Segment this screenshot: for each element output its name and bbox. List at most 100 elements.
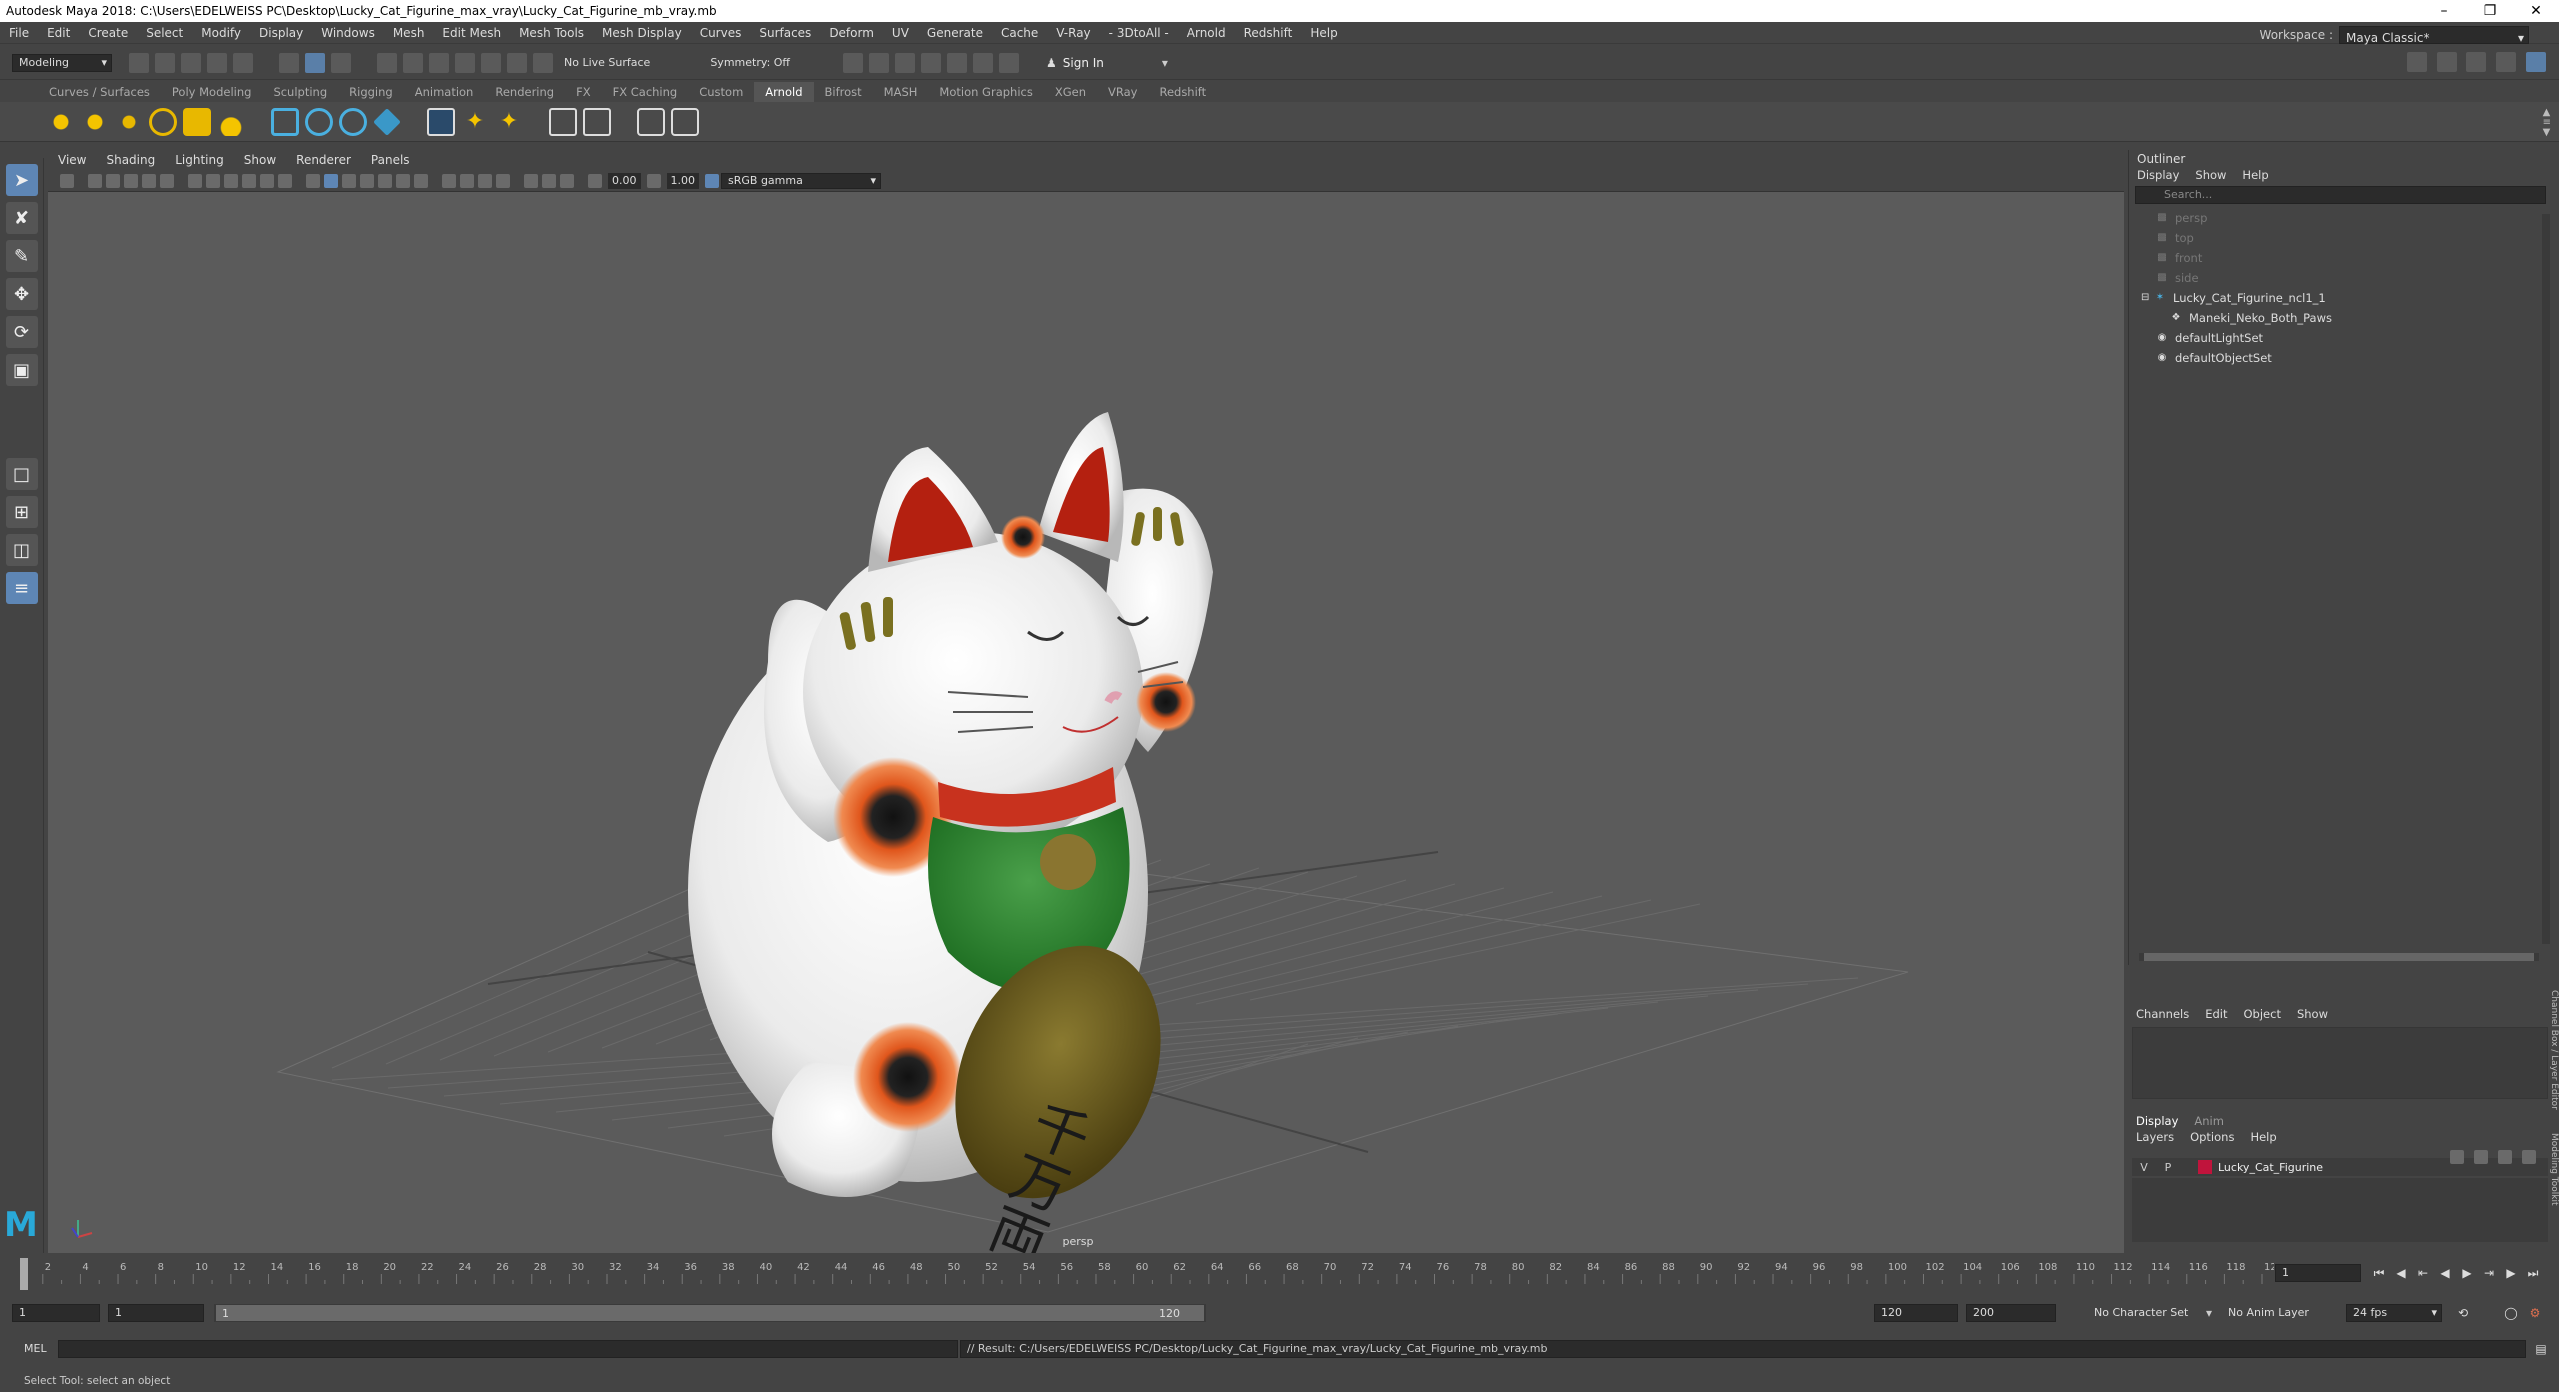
shelf-tab-poly-modeling[interactable]: Poly Modeling: [161, 82, 263, 102]
exposure-field[interactable]: 0.00: [608, 172, 641, 189]
resolution-gate-icon[interactable]: [224, 173, 238, 188]
viewport-menu-renderer[interactable]: Renderer: [286, 150, 361, 170]
play-backwards-icon[interactable]: ◀: [2438, 1266, 2452, 1280]
shelf-tab-fx[interactable]: FX: [565, 82, 602, 102]
ipr-render-icon[interactable]: [895, 52, 916, 73]
current-time-indicator[interactable]: [20, 1258, 28, 1290]
menu-uv[interactable]: UV: [883, 22, 918, 44]
lasso-tool-icon[interactable]: ✘: [5, 202, 38, 234]
loop-icon[interactable]: ⟲: [2456, 1306, 2470, 1320]
motion-blur-icon[interactable]: [460, 173, 474, 188]
xray-joints-icon[interactable]: [542, 173, 556, 188]
viewport-menu-show[interactable]: Show: [234, 150, 286, 170]
anti-aliasing-icon[interactable]: [478, 173, 492, 188]
snap-point-icon[interactable]: [429, 52, 449, 73]
point-light-icon[interactable]: [81, 107, 109, 136]
range-handle[interactable]: 1 120: [216, 1305, 1204, 1321]
character-set-label[interactable]: No Character Set: [2094, 1306, 2188, 1319]
outliner-vertical-scrollbar[interactable]: [2542, 214, 2550, 944]
animation-end-field[interactable]: 200: [1966, 1304, 2056, 1322]
outliner-item-side[interactable]: ▩ side: [2155, 268, 2552, 288]
channel-menu-channels[interactable]: Channels: [2128, 1007, 2197, 1021]
snap-projected-icon[interactable]: [455, 52, 475, 73]
command-input[interactable]: [58, 1340, 958, 1358]
go-to-start-icon[interactable]: ⏮: [2372, 1266, 2386, 1280]
outliner-item-mesh[interactable]: ❖ Maneki_Neko_Both_Paws: [2155, 308, 2552, 328]
shelf-tab-bifrost[interactable]: Bifrost: [814, 82, 873, 102]
shelf-tab-rendering[interactable]: Rendering: [484, 82, 565, 102]
outliner-item-group[interactable]: ⊟ ✶ Lucky_Cat_Figurine_ncl1_1: [2141, 288, 2552, 308]
area-light-icon[interactable]: [47, 107, 75, 136]
menu-mesh[interactable]: Mesh: [384, 22, 434, 44]
attribute-editor-icon[interactable]: [2436, 52, 2457, 72]
shadows-icon[interactable]: [378, 173, 392, 188]
shelf-tab-curves-surfaces[interactable]: Curves / Surfaces: [38, 82, 161, 102]
xray-active-icon[interactable]: [560, 173, 574, 188]
image-plane-icon[interactable]: [124, 173, 138, 188]
menu-3dtoall[interactable]: - 3DtoAll -: [1100, 22, 1178, 44]
animation-start-field[interactable]: 1: [12, 1304, 100, 1322]
side-tab-modeling-toolkit[interactable]: Modeling Toolkit: [2549, 1133, 2559, 1206]
script-editor-icon[interactable]: ▤: [2534, 1342, 2548, 1356]
time-slider[interactable]: 2 4 6 8 10 12 14 16 18 20 22 24 26 28 30 32 34 36 38 40 42 44…: [0, 1256, 2559, 1294]
mesh-light-icon[interactable]: [183, 107, 211, 136]
playback-end-field[interactable]: 120: [1874, 1304, 1958, 1322]
select-component-icon[interactable]: [331, 52, 351, 73]
open-scene-icon[interactable]: [155, 52, 175, 73]
shelf-tab-fx-caching[interactable]: FX Caching: [602, 82, 689, 102]
redo-icon[interactable]: [233, 52, 253, 73]
textured-icon[interactable]: [342, 173, 356, 188]
layer-playback-toggle[interactable]: P: [2156, 1161, 2180, 1174]
layer-menu-help[interactable]: Help: [2242, 1130, 2284, 1144]
grid-icon[interactable]: [188, 173, 202, 188]
camera-attributes-icon[interactable]: [88, 173, 102, 188]
viewport-panel[interactable]: View Shading Lighting Show Renderer Pane…: [48, 150, 2124, 1253]
shelf-tab-xgen[interactable]: XGen: [1044, 82, 1097, 102]
fps-dropdown[interactable]: 24 fps ▾: [2346, 1304, 2442, 1322]
menu-vray[interactable]: V-Ray: [1047, 22, 1099, 44]
view-transform-dropdown[interactable]: sRGB gamma ▾: [721, 172, 881, 189]
outliner-menu-help[interactable]: Help: [2234, 168, 2276, 182]
viewport-menu-lighting[interactable]: Lighting: [165, 150, 234, 170]
field-chart-icon[interactable]: [260, 173, 274, 188]
modeling-toolkit-icon[interactable]: [2406, 52, 2427, 72]
exposure-icon[interactable]: [588, 173, 602, 188]
gamma-icon[interactable]: [646, 173, 661, 188]
menu-generate[interactable]: Generate: [918, 22, 992, 44]
depth-of-field-icon[interactable]: [496, 173, 510, 188]
menu-deform[interactable]: Deform: [820, 22, 883, 44]
menu-arnold[interactable]: Arnold: [1178, 22, 1235, 44]
color-management-icon[interactable]: [705, 173, 719, 188]
menu-curves[interactable]: Curves: [691, 22, 751, 44]
menu-file[interactable]: File: [0, 22, 38, 44]
single-perspective-view-icon[interactable]: □: [5, 458, 38, 490]
current-time-field[interactable]: 1: [2275, 1264, 2361, 1282]
viewport-menu-view[interactable]: View: [48, 150, 96, 170]
render-setup-icon[interactable]: [973, 52, 994, 73]
tx-manager-icon[interactable]: ✦: [461, 108, 489, 136]
menu-modify[interactable]: Modify: [192, 22, 250, 44]
persp-outliner-icon[interactable]: ◫: [5, 534, 38, 566]
snap-live-icon[interactable]: [533, 52, 553, 73]
four-view-icon[interactable]: ⊞: [5, 496, 38, 528]
layer-tab-anim[interactable]: Anim: [2186, 1114, 2232, 1128]
layer-menu-options[interactable]: Options: [2182, 1130, 2242, 1144]
undo-icon[interactable]: [207, 52, 227, 73]
anim-layer-label[interactable]: No Anim Layer: [2228, 1306, 2309, 1319]
curve-collector-icon[interactable]: [373, 107, 401, 136]
render-view-icon[interactable]: [843, 52, 864, 73]
channel-menu-show[interactable]: Show: [2289, 1007, 2336, 1021]
render-frame-icon[interactable]: [869, 52, 890, 73]
step-back-frame-icon[interactable]: ⇤: [2416, 1266, 2430, 1280]
new-empty-layer-icon[interactable]: [2498, 1150, 2512, 1164]
viewport-menu-panels[interactable]: Panels: [361, 150, 420, 170]
scene-canvas[interactable]: 千万両 persp: [48, 192, 2124, 1253]
layer-menu-layers[interactable]: Layers: [2128, 1130, 2182, 1144]
gate-mask-icon[interactable]: [242, 173, 256, 188]
menu-select[interactable]: Select: [137, 22, 192, 44]
menu-edit-mesh[interactable]: Edit Mesh: [433, 22, 510, 44]
photometric-light-icon[interactable]: [217, 107, 245, 136]
move-layer-up-icon[interactable]: [2450, 1150, 2464, 1164]
hypershade-icon[interactable]: [947, 52, 968, 73]
layer-visibility-toggle[interactable]: V: [2132, 1161, 2156, 1174]
